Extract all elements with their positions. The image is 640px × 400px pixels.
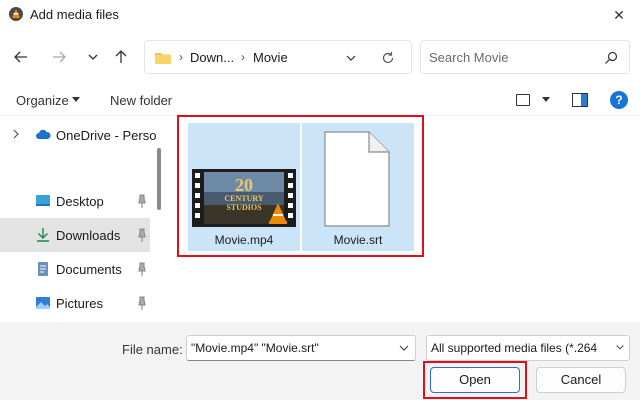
arrow-up-icon [115,50,127,63]
preview-pane-icon[interactable] [572,93,588,107]
back-button[interactable] [8,44,34,70]
thumbnail-text: CENTURY [224,194,264,203]
blank-file-icon [324,131,390,227]
sidebar-item-desktop[interactable]: Desktop [0,184,150,218]
sidebar-item-onedrive[interactable]: OneDrive - Perso [0,118,156,152]
window-title: Add media files [30,7,119,22]
file-name: Movie.mp4 [214,233,274,247]
breadcrumb-movie[interactable]: Movie [253,50,288,65]
up-button[interactable] [108,44,134,70]
title-bar: Add media files ✕ [0,0,640,30]
file-name-input[interactable]: "Movie.mp4" "Movie.srt" [186,335,416,361]
pin-icon[interactable] [136,296,148,310]
chevron-down-icon [88,54,98,60]
search-input[interactable]: Search Movie [429,50,508,65]
file-name: Movie.srt [333,233,383,247]
pin-icon[interactable] [136,228,148,242]
refresh-icon [382,52,394,64]
scrollbar-thumb[interactable] [157,148,161,210]
arrow-right-icon [53,51,66,63]
video-thumbnail-icon: 20 CENTURY STUDIOS [192,169,296,227]
breadcrumb-separator: › [241,50,245,64]
sidebar-item-label: Downloads [56,228,121,243]
download-icon [37,228,49,242]
chevron-down-icon [346,55,356,61]
arrow-left-icon [14,51,27,63]
refresh-button[interactable] [377,48,399,68]
sidebar-item-downloads[interactable]: Downloads [0,218,150,252]
caret-down-icon[interactable] [542,97,550,102]
chevron-down-icon[interactable] [613,344,625,352]
sidebar-item-label: Pictures [56,296,103,311]
chevron-right-icon[interactable] [12,129,20,139]
cancel-button[interactable]: Cancel [536,367,626,393]
sidebar-item-pictures[interactable]: Pictures [0,286,150,320]
file-name-label: File name: [122,342,183,357]
address-bar[interactable]: › Down... › Movie [144,40,412,74]
view-options-icon[interactable] [516,94,530,106]
search-box[interactable]: Search Movie [420,40,630,74]
search-icon [605,51,618,64]
open-button[interactable]: Open [430,367,520,393]
organize-button[interactable]: Organize [16,93,69,108]
new-folder-button[interactable]: New folder [110,93,172,108]
breadcrumb-downloads[interactable]: Down... [190,50,234,65]
thumbnail-text: STUDIOS [226,203,262,212]
recent-locations-button[interactable] [80,44,106,70]
breadcrumb-separator: › [179,50,183,64]
folder-icon [155,53,171,64]
vlc-app-icon [9,7,23,21]
desktop-icon [36,195,50,206]
close-button[interactable]: ✕ [598,0,640,30]
file-name-value[interactable]: "Movie.mp4" "Movie.srt" [191,341,319,355]
cloud-icon [36,129,51,139]
pin-icon[interactable] [136,194,148,208]
sidebar-item-label: Documents [56,262,122,277]
navigation-bar: › Down... › Movie Search Movie [0,30,640,84]
chevron-down-icon[interactable] [399,345,409,352]
command-bar: Organize New folder ? [0,86,640,116]
help-icon[interactable]: ? [610,91,628,109]
file-item-movie-srt[interactable]: Movie.srt [302,123,414,251]
file-type-select[interactable]: All supported media files (*.264 [426,335,630,361]
picture-icon [36,297,50,309]
close-icon: ✕ [613,6,625,23]
file-type-value: All supported media files (*.264 [431,341,598,355]
pin-icon[interactable] [136,262,148,276]
dialog-footer: File name: "Movie.mp4" "Movie.srt" All s… [0,322,640,400]
address-dropdown-button[interactable] [341,49,361,67]
document-icon [38,262,48,276]
forward-button[interactable] [46,44,72,70]
file-item-movie-mp4[interactable]: 20 CENTURY STUDIOS Movie.mp4 [188,123,300,251]
navigation-pane: OneDrive - Perso Desktop Downloads Docum… [0,118,160,322]
thumbnail-text: 20 [235,175,253,195]
caret-down-icon [72,97,80,102]
sidebar-item-label: OneDrive - Perso [56,128,157,143]
file-list: 20 CENTURY STUDIOS Movie.mp4 Movie.srt [170,115,640,322]
sidebar-item-label: Desktop [56,194,104,209]
sidebar-item-documents[interactable]: Documents [0,252,150,286]
